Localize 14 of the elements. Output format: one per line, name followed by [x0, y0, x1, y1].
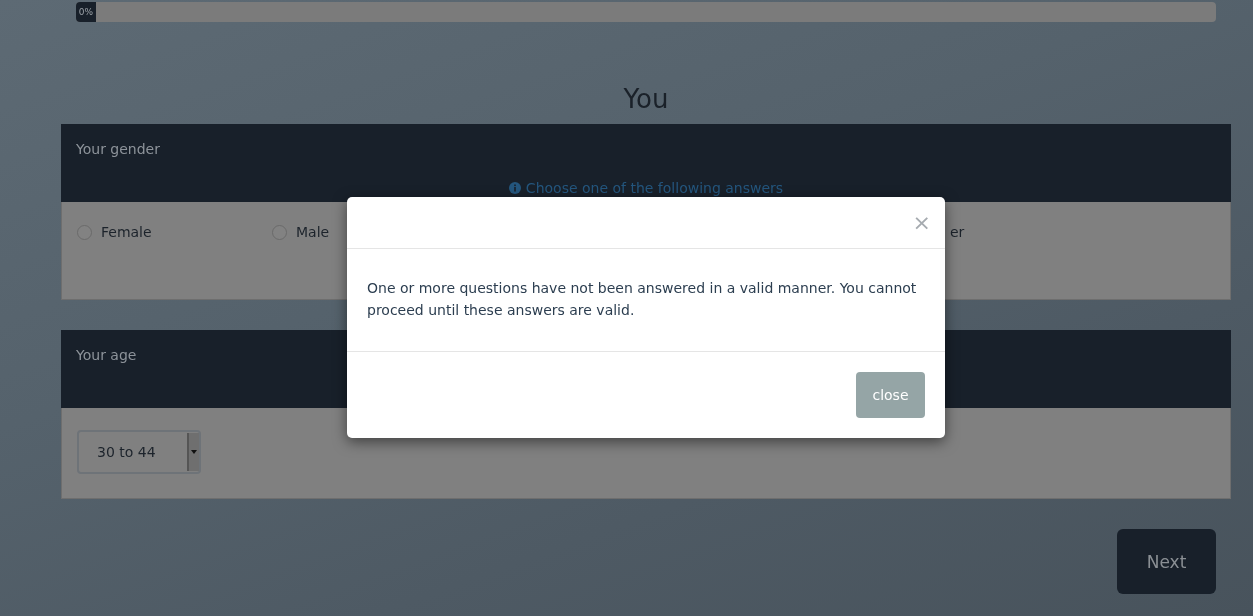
caret-icon	[191, 450, 197, 454]
modal-message: One or more questions have not been answered in a valid manner. You cannot proceed until these answers are valid.	[347, 249, 945, 352]
option-label[interactable]: er	[950, 224, 965, 240]
age-select[interactable]: 30 to 44	[77, 430, 201, 474]
question-label: Your age	[76, 347, 137, 363]
option-label[interactable]: Female	[101, 224, 152, 240]
progress-fill: 0%	[76, 2, 96, 22]
question-label: Your gender	[76, 141, 160, 157]
next-button[interactable]: Next	[1117, 529, 1216, 594]
close-button[interactable]: close	[856, 372, 925, 418]
info-icon	[508, 182, 521, 194]
option-label[interactable]: Male	[296, 224, 330, 240]
answer-hint: Choose one of the following answers	[525, 180, 784, 196]
page-title: You	[622, 84, 670, 114]
